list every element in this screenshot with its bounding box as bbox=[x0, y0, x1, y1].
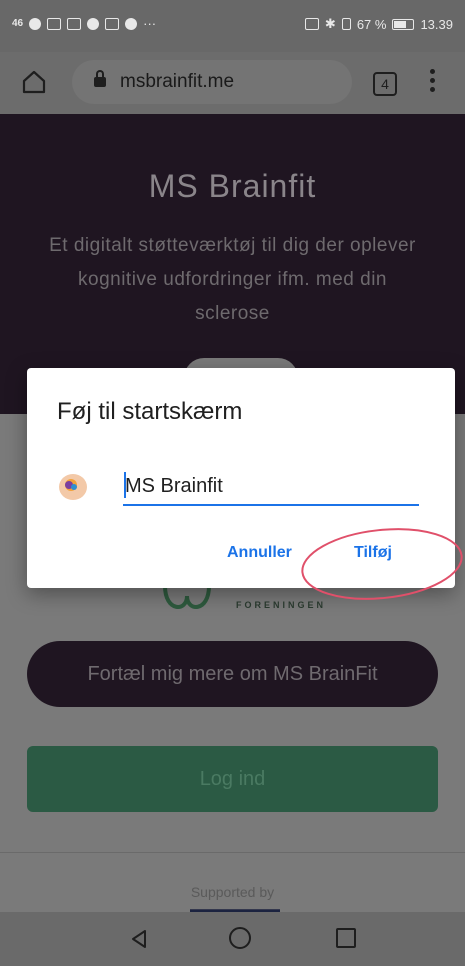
shopping-bag-icon bbox=[47, 17, 62, 30]
lock-icon bbox=[94, 70, 106, 87]
home-circle-icon[interactable] bbox=[229, 927, 251, 949]
recent-apps-icon[interactable] bbox=[336, 928, 356, 948]
mail-icon bbox=[67, 17, 82, 30]
highlight-circle bbox=[301, 528, 463, 600]
facebook-icon bbox=[105, 17, 120, 30]
vibrate-icon bbox=[341, 18, 351, 30]
nfc-icon bbox=[304, 18, 319, 30]
eye-icon bbox=[29, 17, 42, 30]
text-cursor bbox=[124, 472, 126, 498]
app-brain-icon bbox=[59, 474, 87, 500]
cancel-button[interactable]: Annuller bbox=[227, 544, 292, 562]
more-notifications: ··· bbox=[143, 16, 157, 31]
messenger-icon bbox=[87, 17, 100, 30]
bluetooth-icon: ✱ bbox=[324, 16, 336, 31]
dialog-title: Føj til startskærm bbox=[57, 398, 243, 425]
login-button[interactable]: Log ind bbox=[27, 746, 438, 812]
heart-icon bbox=[125, 17, 138, 30]
supported-by-text: Supported by bbox=[190, 884, 275, 900]
tab-switcher-button[interactable]: 4 bbox=[373, 72, 397, 96]
overflow-menu-icon[interactable] bbox=[430, 69, 436, 97]
system-nav-bar bbox=[0, 912, 465, 966]
shortcut-name-input[interactable] bbox=[123, 468, 419, 506]
back-icon[interactable] bbox=[128, 928, 150, 950]
url-bar[interactable]: msbrainfit.me bbox=[72, 60, 352, 104]
status-left-icons: 46 ··· bbox=[12, 16, 156, 31]
battery-icon bbox=[392, 18, 415, 30]
divider bbox=[0, 852, 465, 853]
battery-percent: 67 % bbox=[356, 16, 387, 32]
status-bar: 46 ··· ✱ 67 % 13.39 bbox=[0, 0, 465, 52]
page-title: MS Brainfit bbox=[148, 168, 317, 204]
clock: 13.39 bbox=[420, 16, 453, 32]
status-right-icons: ✱ 67 % 13.39 bbox=[304, 16, 453, 32]
home-icon[interactable] bbox=[20, 68, 48, 96]
url-text: msbrainfit.me bbox=[120, 71, 235, 92]
signal-icon: 46 bbox=[12, 18, 24, 29]
hero-subtitle: Et digitalt støtteværktøj til dig der op… bbox=[49, 235, 416, 324]
browser-toolbar: msbrainfit.me 4 bbox=[0, 52, 465, 114]
tell-me-more-button[interactable]: Fortæl mig mere om MS BrainFit bbox=[27, 641, 438, 707]
